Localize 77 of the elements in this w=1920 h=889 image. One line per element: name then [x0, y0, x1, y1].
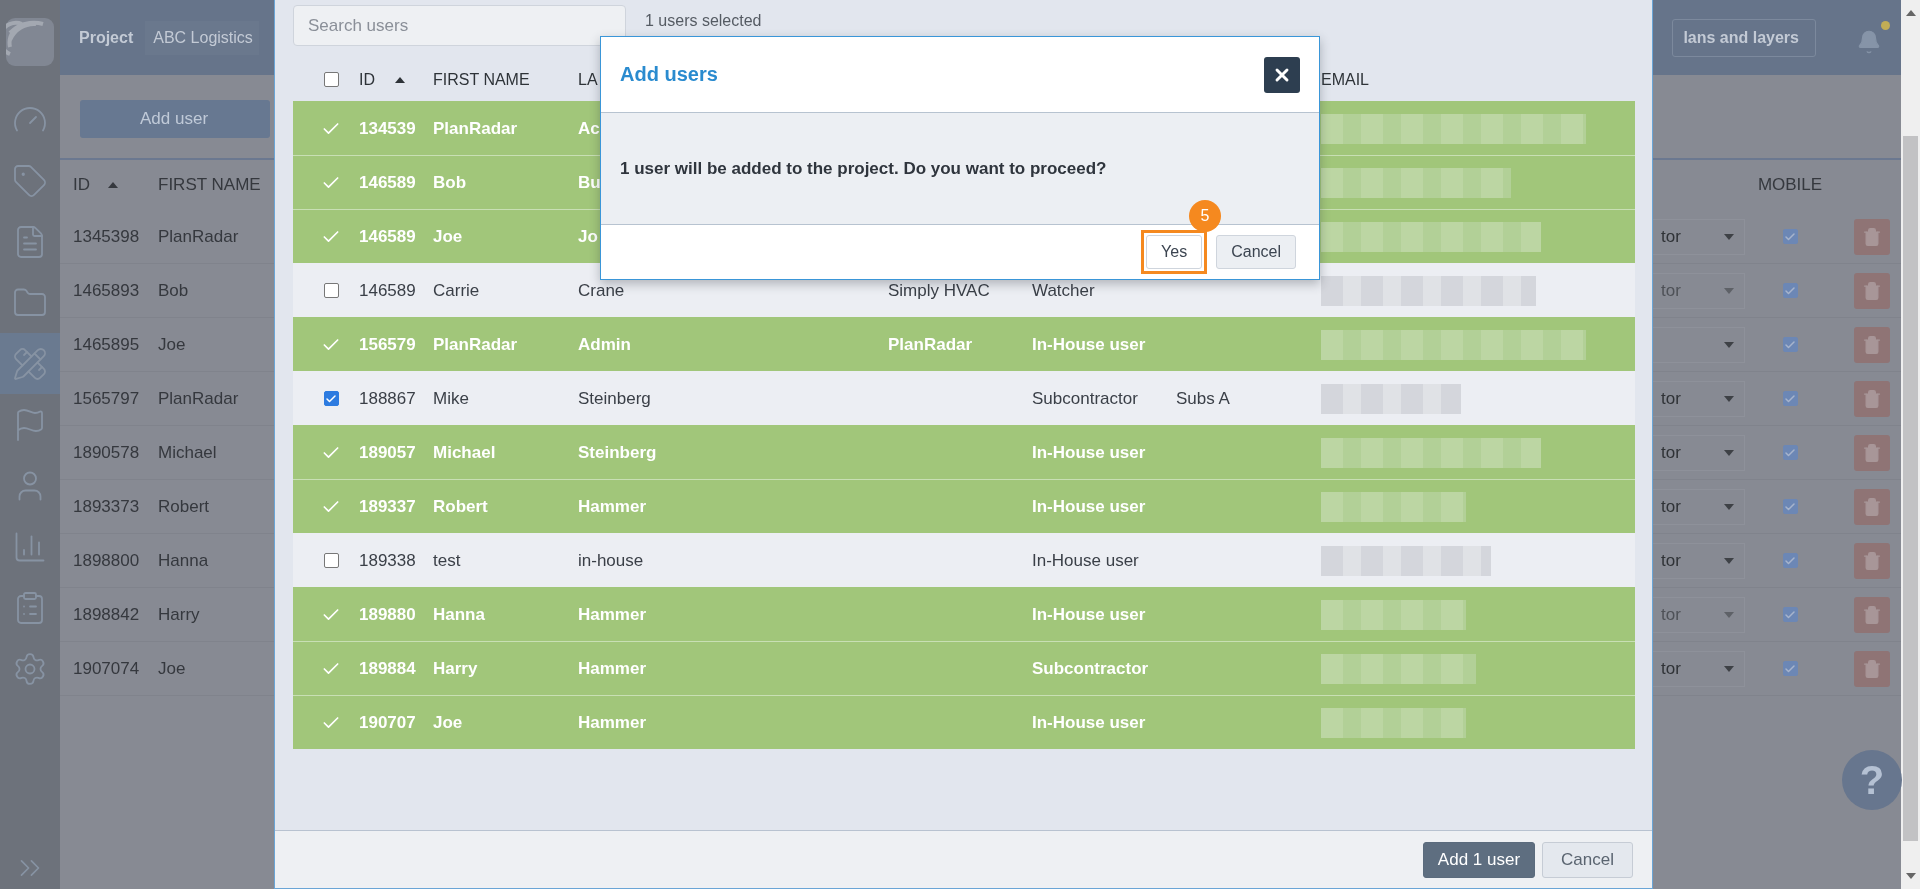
table-cell: Hammer	[578, 712, 647, 732]
table-cell: Watcher	[1032, 280, 1095, 300]
table-cell-text: PlanRadar	[433, 334, 519, 355]
table-cell-text: 146589	[359, 172, 417, 193]
table-cell: In-House user	[1032, 550, 1139, 570]
table-cell: 1907074	[73, 658, 140, 679]
table-cell: Simply HVAC	[888, 280, 990, 300]
table-cell-text: 189337	[359, 496, 417, 517]
table-cell-text: 156579	[359, 334, 417, 355]
table-cell: Steinberg	[578, 388, 651, 408]
table-cell-text: 190707	[359, 712, 417, 733]
table-cell: 1893373	[73, 496, 140, 517]
table-cell: 1565797	[73, 388, 140, 409]
column-header: ID	[359, 70, 375, 89]
column-header: LA	[578, 70, 598, 89]
table-cell-text: Harry	[433, 658, 479, 679]
table-cell: 1890578	[73, 442, 140, 463]
table-cell: Michael	[158, 442, 217, 463]
table-cell: Subcontractor	[1032, 388, 1138, 408]
table-cell: PlanRadar	[888, 334, 973, 354]
table-cell: 1898800	[73, 550, 140, 571]
column-header: FIRST NAME	[158, 175, 261, 195]
table-cell-text: 189884	[359, 658, 417, 679]
table-cell-text: 146589	[359, 226, 417, 247]
table-cell: In-House user	[1032, 496, 1146, 516]
table-cell: In-House user	[1032, 712, 1146, 732]
table-cell-text: 134539	[359, 118, 417, 139]
table-cell: Joe	[158, 334, 186, 355]
table-cell: Bob	[158, 280, 189, 301]
table-cell: in-house	[578, 550, 644, 570]
table-cell-text: Joe	[433, 226, 464, 247]
table-cell-text: Robert	[433, 496, 489, 517]
table-cell: Subs A	[1176, 388, 1230, 408]
table-cell: PlanRadar	[158, 388, 239, 409]
dialog-title: Add users	[620, 63, 718, 86]
table-cell-text: Joe	[433, 712, 464, 733]
table-cell-text: test	[433, 550, 462, 571]
table-cell-text: 189880	[359, 604, 417, 625]
table-cell: Jo	[578, 226, 598, 246]
table-cell: Hammer	[578, 604, 647, 624]
table-cell: In-House user	[1032, 604, 1146, 624]
table-cell: PlanRadar	[158, 226, 239, 247]
table-cell: 1898842	[73, 604, 140, 625]
table-cell-text: 146589	[359, 280, 417, 301]
table-cell: Ac	[578, 118, 600, 138]
table-cell-text: PlanRadar	[433, 118, 519, 139]
table-cell: In-House user	[1032, 334, 1146, 354]
column-header: ID	[73, 175, 90, 195]
table-cell-text: 189057	[359, 442, 417, 463]
table-cell-text: 188867	[359, 388, 417, 409]
column-header: MOBILE	[1756, 175, 1824, 195]
table-cell: Crane	[578, 280, 625, 300]
table-cell: Harry	[158, 604, 200, 625]
table-cell: Hammer	[578, 496, 647, 516]
table-cell: 1465893	[73, 280, 140, 301]
table-cell: Joe	[158, 658, 186, 679]
table-cell: Hammer	[578, 658, 647, 678]
table-cell: Bu	[578, 172, 601, 192]
column-header: FIRST NAME	[433, 70, 530, 89]
table-cell-text: Carrie	[433, 280, 481, 301]
table-cell-text: Mike	[433, 388, 470, 409]
breadcrumb-title: Project	[79, 27, 135, 48]
column-header: EMAIL	[1321, 70, 1369, 89]
table-cell: Steinberg	[578, 442, 657, 462]
table-cell: 1345398	[73, 226, 140, 247]
table-cell-text: 189338	[359, 550, 417, 571]
table-cell: In-House user	[1032, 442, 1146, 462]
table-cell-text: Bob	[433, 172, 468, 193]
table-cell: Subcontractor	[1032, 658, 1149, 678]
table-cell-text: Hanna	[433, 604, 486, 625]
selection-count: 1 users selected	[645, 11, 762, 30]
table-cell: 1465895	[73, 334, 140, 355]
dialog-message: 1 user will be added to the project. Do you want to proceed?	[620, 158, 1107, 179]
table-cell: Hanna	[158, 550, 209, 571]
table-cell-text: Michael	[433, 442, 497, 463]
table-cell: Robert	[158, 496, 210, 517]
table-cell: Admin	[578, 334, 631, 354]
